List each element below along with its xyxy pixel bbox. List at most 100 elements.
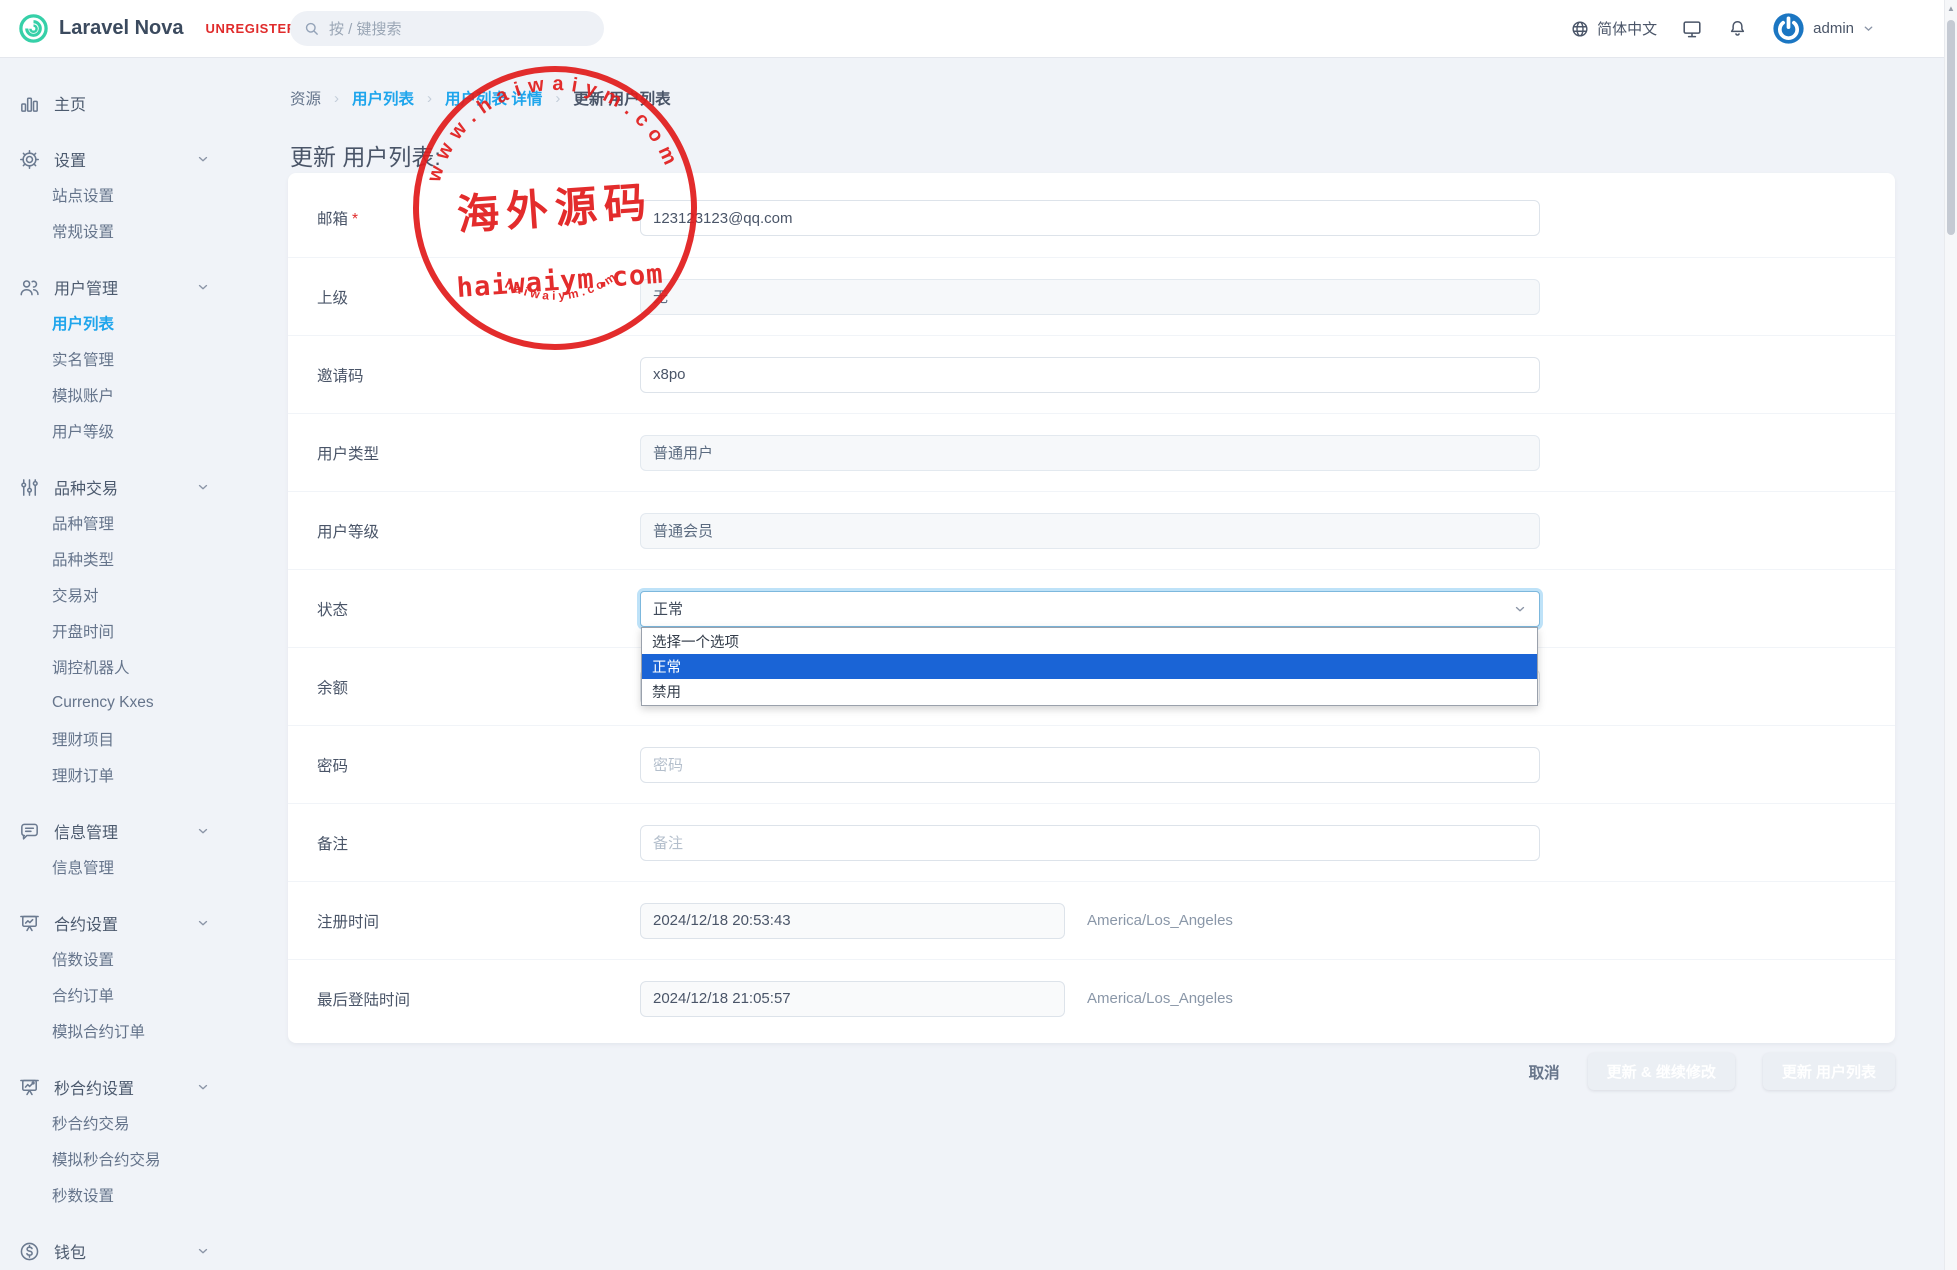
brand[interactable]: Laravel Nova UNREGISTERED: [18, 0, 316, 57]
sidebar: 主页设置站点设置常规设置用户管理用户列表实名管理模拟账户用户等级品种交易品种管理…: [0, 57, 230, 1270]
chevron-down-icon: [196, 152, 210, 166]
search-input[interactable]: 按 / 键搜索: [290, 11, 604, 46]
sidebar-item-品种类型[interactable]: 品种类型: [0, 541, 230, 577]
chart-board-icon: [18, 1076, 41, 1099]
sidebar-item-站点设置[interactable]: 站点设置: [0, 177, 230, 213]
breadcrumb-separator: ›: [555, 90, 560, 107]
field-input-注册时间[interactable]: 2024/12/18 20:53:43: [640, 903, 1065, 939]
chevron-down-icon: [196, 280, 210, 294]
scrollbar-thumb[interactable]: [1947, 20, 1955, 235]
sidebar-item-调控机器人[interactable]: 调控机器人: [0, 649, 230, 685]
field-input-最后登陆时间[interactable]: 2024/12/18 21:05:57: [640, 981, 1065, 1017]
update-continue-button[interactable]: 更新 & 继续修改: [1588, 1053, 1735, 1090]
breadcrumb-item-用户列表 详情[interactable]: 用户列表 详情: [445, 87, 542, 109]
form-row-邮箱: 邮箱*123123123@qq.com: [288, 179, 1895, 257]
avatar: [1772, 12, 1805, 45]
nova-logo-icon: [18, 13, 49, 44]
field-label: 邮箱*: [288, 207, 640, 229]
field-input-邮箱[interactable]: 123123123@qq.com: [640, 200, 1540, 236]
status-select[interactable]: 正常: [640, 591, 1540, 627]
sidebar-item-用户等级[interactable]: 用户等级: [0, 413, 230, 449]
globe-icon: [1570, 19, 1590, 39]
sidebar-item-模拟账户[interactable]: 模拟账户: [0, 377, 230, 413]
sidebar-item-模拟合约订单[interactable]: 模拟合约订单: [0, 1013, 230, 1049]
field-input-备注[interactable]: 备注: [640, 825, 1540, 861]
sidebar-group-信息管理[interactable]: 信息管理: [0, 813, 230, 849]
chevron-down-icon: [1513, 602, 1527, 616]
field-label: 邀请码: [288, 364, 640, 386]
wallet-icon: [18, 1240, 41, 1263]
sidebar-group-秒合约设置[interactable]: 秒合约设置: [0, 1069, 230, 1105]
field-label: 余额: [288, 676, 640, 698]
chevron-down-icon: [196, 480, 210, 494]
breadcrumb: 资源›用户列表›用户列表 详情›更新 用户列表: [290, 87, 671, 109]
svg-text:w w w . h a i w a i y m . c o: w w w . h a i w a i y m . c o m: [416, 64, 682, 187]
sidebar-item-常规设置[interactable]: 常规设置: [0, 213, 230, 249]
sidebar-item-开盘时间[interactable]: 开盘时间: [0, 613, 230, 649]
form-row-备注: 备注备注: [288, 803, 1895, 881]
field-input-邀请码[interactable]: x8po: [640, 357, 1540, 393]
sidebar-item-合约订单[interactable]: 合约订单: [0, 977, 230, 1013]
select-option-正常[interactable]: 正常: [642, 654, 1537, 679]
sidebar-group-label: 合约设置: [54, 911, 183, 935]
cancel-button[interactable]: 取消: [1529, 1061, 1560, 1083]
form-row-最后登陆时间: 最后登陆时间2024/12/18 21:05:57America/Los_Ang…: [288, 959, 1895, 1037]
chevron-down-icon: [1862, 22, 1875, 35]
sidebar-item-实名管理[interactable]: 实名管理: [0, 341, 230, 377]
sidebar-group-合约设置[interactable]: 合约设置: [0, 905, 230, 941]
sidebar-item-模拟秒合约交易[interactable]: 模拟秒合约交易: [0, 1141, 230, 1177]
sidebar-group-钱包[interactable]: 钱包: [0, 1233, 230, 1269]
stamp-top-text: w w w . h a i w a i y m . c o m: [416, 64, 682, 187]
page-title: 更新 用户列表:: [290, 138, 441, 172]
sidebar-item-用户列表[interactable]: 用户列表: [0, 305, 230, 341]
top-header: Laravel Nova UNREGISTERED 按 / 键搜索 简体中文: [0, 0, 1957, 57]
chat-icon: [18, 820, 41, 843]
breadcrumb-item-资源: 资源: [290, 87, 321, 109]
notifications-bell-icon[interactable]: [1727, 18, 1748, 39]
sidebar-group-主页[interactable]: 主页: [0, 85, 230, 121]
breadcrumb-item-用户列表[interactable]: 用户列表: [352, 87, 414, 109]
field-input-密码[interactable]: 密码: [640, 747, 1540, 783]
chevron-down-icon: [196, 1080, 210, 1094]
sidebar-item-信息管理[interactable]: 信息管理: [0, 849, 230, 885]
sidebar-item-秒数设置[interactable]: 秒数设置: [0, 1177, 230, 1213]
form-row-用户等级: 用户等级普通会员: [288, 491, 1895, 569]
field-input-用户类型: 普通用户: [640, 435, 1540, 471]
bar-chart-icon: [18, 92, 41, 115]
form-row-用户类型: 用户类型普通用户: [288, 413, 1895, 491]
required-asterisk: *: [352, 211, 358, 228]
breadcrumb-separator: ›: [334, 90, 339, 107]
sidebar-group-label: 主页: [54, 91, 210, 115]
page-scrollbar[interactable]: ▲: [1944, 0, 1957, 1270]
sidebar-item-倍数设置[interactable]: 倍数设置: [0, 941, 230, 977]
sidebar-group-label: 设置: [54, 147, 183, 171]
field-input-用户等级: 普通会员: [640, 513, 1540, 549]
search-placeholder: 按 / 键搜索: [329, 18, 402, 39]
sidebar-group-品种交易[interactable]: 品种交易: [0, 469, 230, 505]
timezone-label: America/Los_Angeles: [1087, 990, 1233, 1007]
select-option-选择一个选项[interactable]: 选择一个选项: [642, 629, 1537, 654]
field-label: 密码: [288, 754, 640, 776]
sidebar-item-理财订单[interactable]: 理财订单: [0, 757, 230, 793]
form-row-密码: 密码密码: [288, 725, 1895, 803]
field-label: 上级: [288, 286, 640, 308]
field-label: 备注: [288, 832, 640, 854]
user-menu[interactable]: admin: [1772, 12, 1875, 45]
sidebar-item-秒合约交易[interactable]: 秒合约交易: [0, 1105, 230, 1141]
sidebar-item-品种管理[interactable]: 品种管理: [0, 505, 230, 541]
sidebar-group-设置[interactable]: 设置: [0, 141, 230, 177]
scrollbar-up-arrow[interactable]: ▲: [1945, 4, 1957, 13]
locale-switcher[interactable]: 简体中文: [1570, 18, 1657, 39]
sidebar-group-label: 品种交易: [54, 475, 183, 499]
form-row-注册时间: 注册时间2024/12/18 20:53:43America/Los_Angel…: [288, 881, 1895, 959]
sidebar-item-Currency Kxes[interactable]: Currency Kxes: [0, 685, 230, 721]
theme-monitor-icon[interactable]: [1681, 18, 1703, 40]
select-option-禁用[interactable]: 禁用: [642, 679, 1537, 704]
chevron-down-icon: [196, 824, 210, 838]
update-button[interactable]: 更新 用户列表: [1763, 1053, 1895, 1090]
board-icon: [18, 912, 41, 935]
sidebar-item-理财项目[interactable]: 理财项目: [0, 721, 230, 757]
form-row-邀请码: 邀请码x8po: [288, 335, 1895, 413]
sidebar-item-交易对[interactable]: 交易对: [0, 577, 230, 613]
sidebar-group-用户管理[interactable]: 用户管理: [0, 269, 230, 305]
